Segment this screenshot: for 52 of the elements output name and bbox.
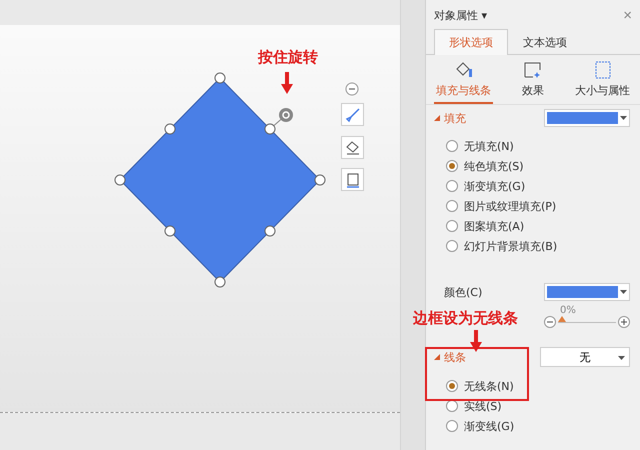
paint-bucket-icon [454, 61, 474, 79]
radio-button[interactable] [446, 180, 458, 192]
panel-title[interactable]: 对象属性 ▾ [434, 8, 488, 23]
radio-option[interactable]: 无线条(N) [446, 379, 640, 393]
color-picker[interactable] [544, 109, 630, 127]
caret-icon [620, 290, 627, 294]
radio-button[interactable] [446, 240, 458, 252]
radio-option[interactable]: 图案填充(A) [446, 219, 640, 233]
down-arrow-icon [281, 72, 293, 94]
minus-icon[interactable] [345, 82, 359, 96]
section-title[interactable]: 线条 [434, 350, 466, 364]
caret-icon [620, 116, 627, 120]
radio-button[interactable] [446, 380, 458, 392]
effect-icon [523, 61, 543, 79]
color-picker[interactable] [544, 283, 630, 301]
radio-button[interactable] [446, 140, 458, 152]
radio-button[interactable] [446, 200, 458, 212]
plus-icon[interactable] [618, 316, 630, 328]
slider-reading: 0% [560, 305, 576, 316]
sub-tab[interactable]: 效果 [520, 61, 546, 104]
down-arrow-icon [470, 330, 482, 352]
radio-option[interactable]: 纯色填充(S) [446, 159, 640, 173]
dotted-frame-icon [592, 61, 612, 79]
annotation-text: 按住旋转 [258, 48, 318, 67]
radio-button[interactable] [446, 160, 458, 172]
radio-button[interactable] [446, 220, 458, 232]
radio-option[interactable]: 实线(S) [446, 399, 640, 413]
slider-thumb[interactable] [558, 316, 566, 322]
annotation-text: 边框设为无线条 [413, 309, 518, 328]
triangle-icon [434, 115, 440, 121]
radio-option[interactable]: 图片或纹理填充(P) [446, 199, 640, 213]
radio-option[interactable]: 渐变线(G) [446, 419, 640, 433]
radio-button[interactable] [446, 400, 458, 412]
brush-icon [344, 106, 360, 122]
radio-option[interactable]: 渐变填充(G) [446, 179, 640, 193]
fill-button[interactable] [341, 136, 364, 159]
tab[interactable]: 形状选项 [434, 29, 508, 55]
triangle-icon [434, 354, 440, 360]
line-dropdown[interactable]: 无 [540, 347, 630, 367]
brush-button[interactable] [341, 103, 364, 126]
color-label: 颜色(C) [444, 284, 482, 300]
sub-tab[interactable]: 大小与属性 [573, 61, 632, 104]
minus-icon[interactable] [544, 316, 556, 328]
paint-bucket-icon [344, 140, 360, 156]
radio-option[interactable]: 无填充(N) [446, 139, 640, 153]
tab[interactable]: 文本选项 [508, 29, 582, 55]
section-title[interactable]: 填充 [434, 110, 466, 126]
border-icon [344, 172, 360, 188]
border-button[interactable] [341, 168, 364, 191]
radio-button[interactable] [446, 420, 458, 432]
caret-icon [618, 356, 625, 360]
radio-option[interactable]: 幻灯片背景填充(B) [446, 239, 640, 253]
